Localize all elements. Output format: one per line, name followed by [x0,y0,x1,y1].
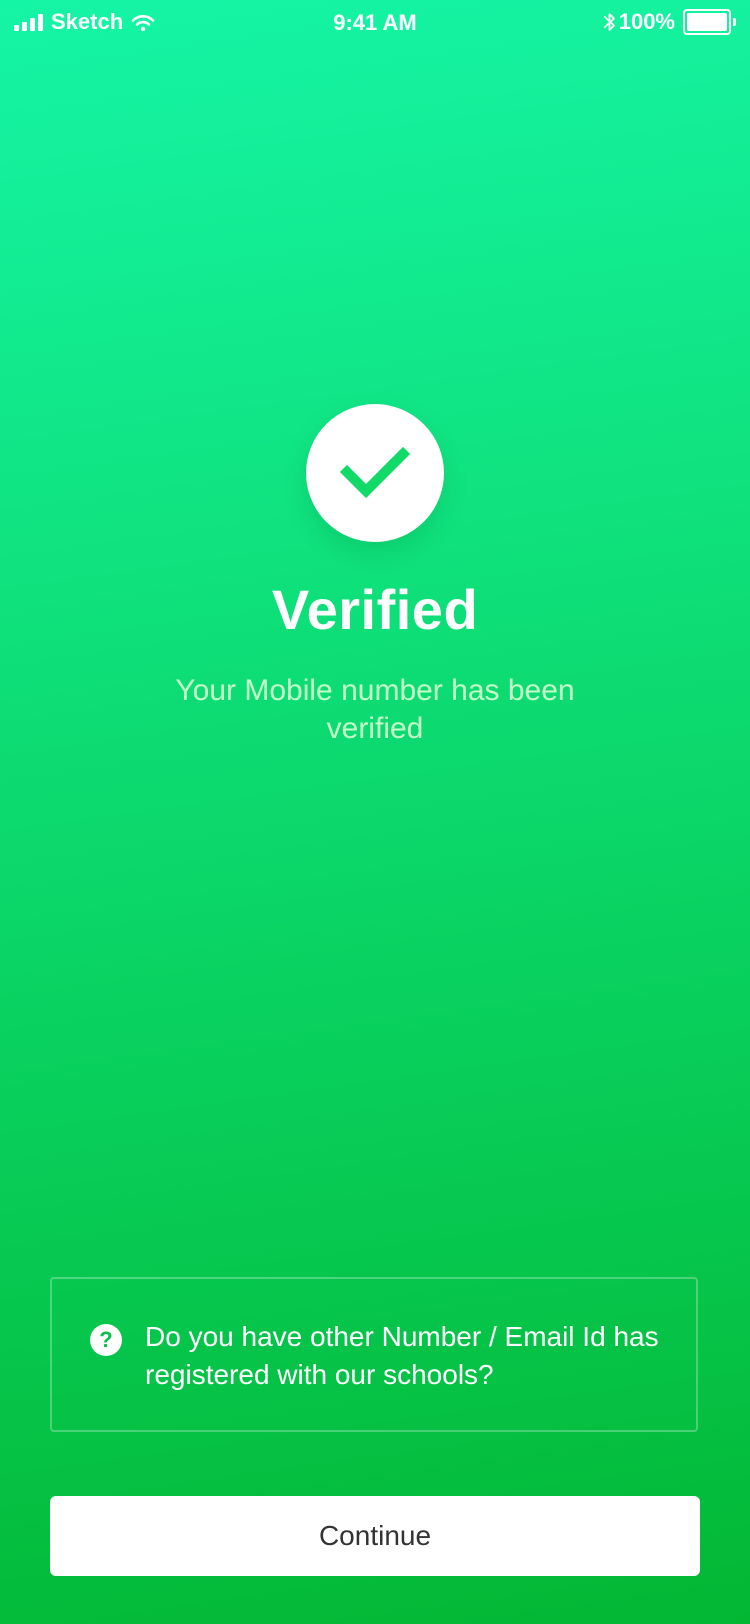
status-bar: Sketch 9:41 AM 100% [0,0,750,44]
other-account-text: Do you have other Number / Email Id has … [145,1321,659,1390]
page-title: Verified [271,578,479,641]
verified-screen: Sketch 9:41 AM 100% Verified Your Mobile… [0,0,750,1624]
status-right: 100% [603,7,736,37]
other-account-prompt[interactable]: ? Do you have other Number / Email Id ha… [50,1277,698,1432]
page-subtitle: Your Mobile number has been verified [175,674,575,745]
continue-button[interactable]: Continue [50,1496,700,1576]
bluetooth-icon [603,13,615,31]
battery-percent: 100% [618,9,675,34]
checkmark-icon [340,446,410,499]
verified-badge [306,404,444,542]
battery-fill [687,13,727,31]
question-icon: ? [90,1324,122,1356]
battery-icon [683,9,736,35]
